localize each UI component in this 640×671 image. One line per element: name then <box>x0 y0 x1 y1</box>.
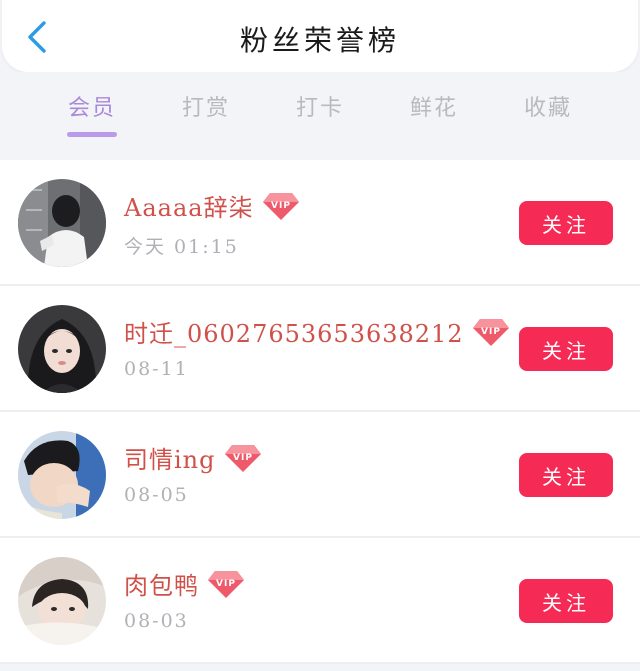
list-item[interactable]: 肉包鸭 VIP 08-03 关注 <box>0 538 640 664</box>
vip-badge-text: VIP <box>216 579 236 589</box>
follow-button[interactable]: 关注 <box>519 579 613 623</box>
active-tab-indicator <box>67 132 117 137</box>
list-item[interactable]: 时迁_0602765365363821​2 VIP 08-11 关注 <box>0 286 640 412</box>
username-text: 司情ing <box>124 446 216 474</box>
username[interactable]: 肉包鸭 VIP <box>124 566 245 601</box>
vip-badge-text: VIP <box>233 453 253 463</box>
join-time: 08-03 <box>124 610 189 632</box>
tab-bar: 会员 打赏 打卡 鲜花 收藏 <box>0 72 640 158</box>
follow-button[interactable]: 关注 <box>519 201 613 245</box>
vip-badge-icon: VIP <box>472 318 509 346</box>
vip-badge-icon: VIP <box>208 570 244 598</box>
list-item[interactable]: Aaaaa辞柒 VIP 今天 01:15 关注 <box>0 160 640 286</box>
top-bar: 粉丝荣誉榜 <box>2 0 638 72</box>
username[interactable]: 司情ing VIP <box>124 440 262 475</box>
avatar[interactable] <box>18 305 106 393</box>
tab-rewards[interactable]: 打赏 <box>161 90 251 122</box>
follow-button[interactable]: 关注 <box>519 453 613 497</box>
join-time: 08-11 <box>124 358 189 380</box>
vip-badge-text: VIP <box>481 327 501 337</box>
join-time: 08-05 <box>124 484 189 506</box>
username-text: Aaaaa辞柒 <box>124 194 254 222</box>
join-time: 今天 01:15 <box>124 236 239 258</box>
username-text: 肉包鸭 <box>124 572 199 600</box>
page-title: 粉丝荣誉榜 <box>239 24 400 57</box>
username[interactable]: 时迁_0602765365363821​2 VIP <box>124 314 510 349</box>
avatar[interactable] <box>18 431 106 519</box>
list-item[interactable]: 司情ing VIP 08-05 关注 <box>0 412 640 538</box>
tab-favorites[interactable]: 收藏 <box>503 90 593 122</box>
avatar[interactable] <box>18 557 106 645</box>
vip-badge-icon: VIP <box>262 192 299 220</box>
follow-button[interactable]: 关注 <box>519 327 613 371</box>
tab-members[interactable]: 会员 <box>47 90 137 122</box>
vip-badge-icon: VIP <box>224 444 261 472</box>
vip-badge-text: VIP <box>271 201 291 211</box>
avatar[interactable] <box>18 179 106 267</box>
tab-flowers[interactable]: 鲜花 <box>389 90 479 122</box>
tab-checkin[interactable]: 打卡 <box>275 90 365 122</box>
member-list: Aaaaa辞柒 VIP 今天 01:15 关注 时迁_0602765365363… <box>0 160 640 664</box>
username[interactable]: Aaaaa辞柒 VIP <box>124 188 300 223</box>
username-text: 时迁_0602765365363821​2 <box>124 320 464 348</box>
